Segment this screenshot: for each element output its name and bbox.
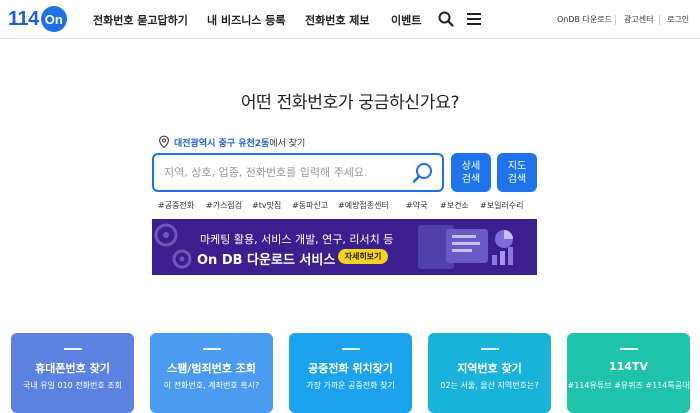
nav-item-register-business[interactable]: 내 비즈니스 등록 bbox=[207, 0, 286, 39]
detail-search-line2: 검색 bbox=[461, 173, 481, 185]
card-114tv[interactable]: 114TV #114유튜브 #유퀴즈 #114특공대 bbox=[567, 333, 690, 413]
card-spam-lookup[interactable]: 스팸/범죄번호 조회 이 전화번호, 계좌번호 혹시? bbox=[150, 333, 273, 413]
detail-search-button[interactable]: 상세 검색 bbox=[451, 153, 491, 192]
tag-item[interactable]: #공중전화 bbox=[158, 200, 194, 211]
tag-item[interactable]: #보일러수리 bbox=[480, 200, 524, 211]
banner-cta-button[interactable]: 자세히보기 bbox=[338, 249, 388, 264]
card-dash bbox=[64, 348, 82, 350]
nav-item-event[interactable]: 이벤트 bbox=[391, 0, 421, 39]
card-dash bbox=[203, 348, 221, 350]
search-input[interactable] bbox=[164, 155, 404, 190]
detail-search-line1: 상세 bbox=[461, 160, 481, 172]
map-search-line2: 검색 bbox=[507, 173, 527, 185]
tag-item[interactable]: #동파신고 bbox=[292, 200, 328, 211]
card-dash bbox=[481, 348, 499, 350]
tag-item[interactable]: #예방접종센터 bbox=[338, 200, 389, 211]
card-title: 지역번호 찾기 bbox=[457, 362, 522, 375]
banner-title: On DB 다운로드 서비스 bbox=[197, 253, 336, 268]
util-divider bbox=[615, 15, 616, 25]
tag-item[interactable]: #약국 bbox=[406, 200, 427, 211]
util-ad-center[interactable]: 광고센터 bbox=[624, 0, 653, 39]
card-title: 휴대폰번호 찾기 bbox=[35, 362, 110, 375]
util-login[interactable]: 로그인 bbox=[667, 0, 689, 39]
card-dash bbox=[342, 348, 360, 350]
hamburger-menu-icon[interactable] bbox=[465, 10, 483, 28]
ondb-banner[interactable]: 마케팅 활용, 서비스 개발, 연구, 리서치 등 On DB 다운로드 서비스… bbox=[152, 219, 537, 275]
location-suffix: 에서 찾기 bbox=[269, 138, 306, 149]
nav-item-qna[interactable]: 전화번호 묻고답하기 bbox=[93, 0, 188, 39]
card-area-code[interactable]: 지역번호 찾기 02는 서울, 울산 지역번호는? bbox=[428, 333, 551, 413]
map-search-button[interactable]: 지도 검색 bbox=[497, 153, 537, 192]
tag-item[interactable]: #가스점검 bbox=[206, 200, 242, 211]
card-subtitle: 가장 가까운 공중전화 찾기 bbox=[306, 381, 395, 390]
card-subtitle: #114유튜브 #유퀴즈 #114특공대 bbox=[567, 381, 690, 390]
card-payphone-location[interactable]: 공중전화 위치찾기 가장 가까운 공중전화 찾기 bbox=[289, 333, 412, 413]
map-search-line1: 지도 bbox=[507, 160, 527, 172]
logo-number: 114 bbox=[8, 7, 39, 30]
search-submit-icon[interactable] bbox=[410, 160, 436, 186]
card-title: 스팸/범죄번호 조회 bbox=[167, 362, 256, 375]
site-logo[interactable]: 114 On bbox=[8, 6, 67, 32]
util-divider bbox=[659, 15, 660, 25]
tag-item[interactable]: #tv맛집 bbox=[252, 200, 281, 211]
card-mobile-number[interactable]: 휴대폰번호 찾기 국내 유일 010 전화번호 조회 bbox=[11, 333, 134, 413]
util-ondb-download[interactable]: OnDB 다운로드 bbox=[557, 0, 612, 39]
logo-badge: On bbox=[40, 6, 67, 32]
search-box bbox=[152, 153, 444, 192]
card-subtitle: 국내 유일 010 전화번호 조회 bbox=[22, 381, 123, 390]
card-subtitle: 02는 서울, 울산 지역번호는? bbox=[440, 381, 539, 390]
page-headline: 어떤 전화번호가 궁금하신가요? bbox=[240, 93, 460, 113]
site-header: 114 On 전화번호 묻고답하기 내 비즈니스 등록 전화번호 제보 이벤트 … bbox=[0, 0, 700, 39]
search-icon[interactable] bbox=[437, 10, 455, 28]
location-selector: 대전광역시 중구 유천2동 에서 찾기 bbox=[157, 134, 305, 150]
card-dash bbox=[620, 348, 638, 350]
nav-item-report-number[interactable]: 전화번호 제보 bbox=[305, 0, 370, 39]
location-link[interactable]: 대전광역시 중구 유천2동 bbox=[174, 136, 269, 149]
card-title: 114TV bbox=[609, 360, 648, 373]
banner-headline: 마케팅 활용, 서비스 개발, 연구, 리서치 등 bbox=[200, 233, 394, 246]
tag-item[interactable]: #보건소 bbox=[440, 200, 469, 211]
card-subtitle: 이 전화번호, 계좌번호 혹시? bbox=[163, 381, 260, 390]
location-pin-icon bbox=[158, 135, 170, 149]
card-title: 공중전화 위치찾기 bbox=[308, 362, 393, 375]
